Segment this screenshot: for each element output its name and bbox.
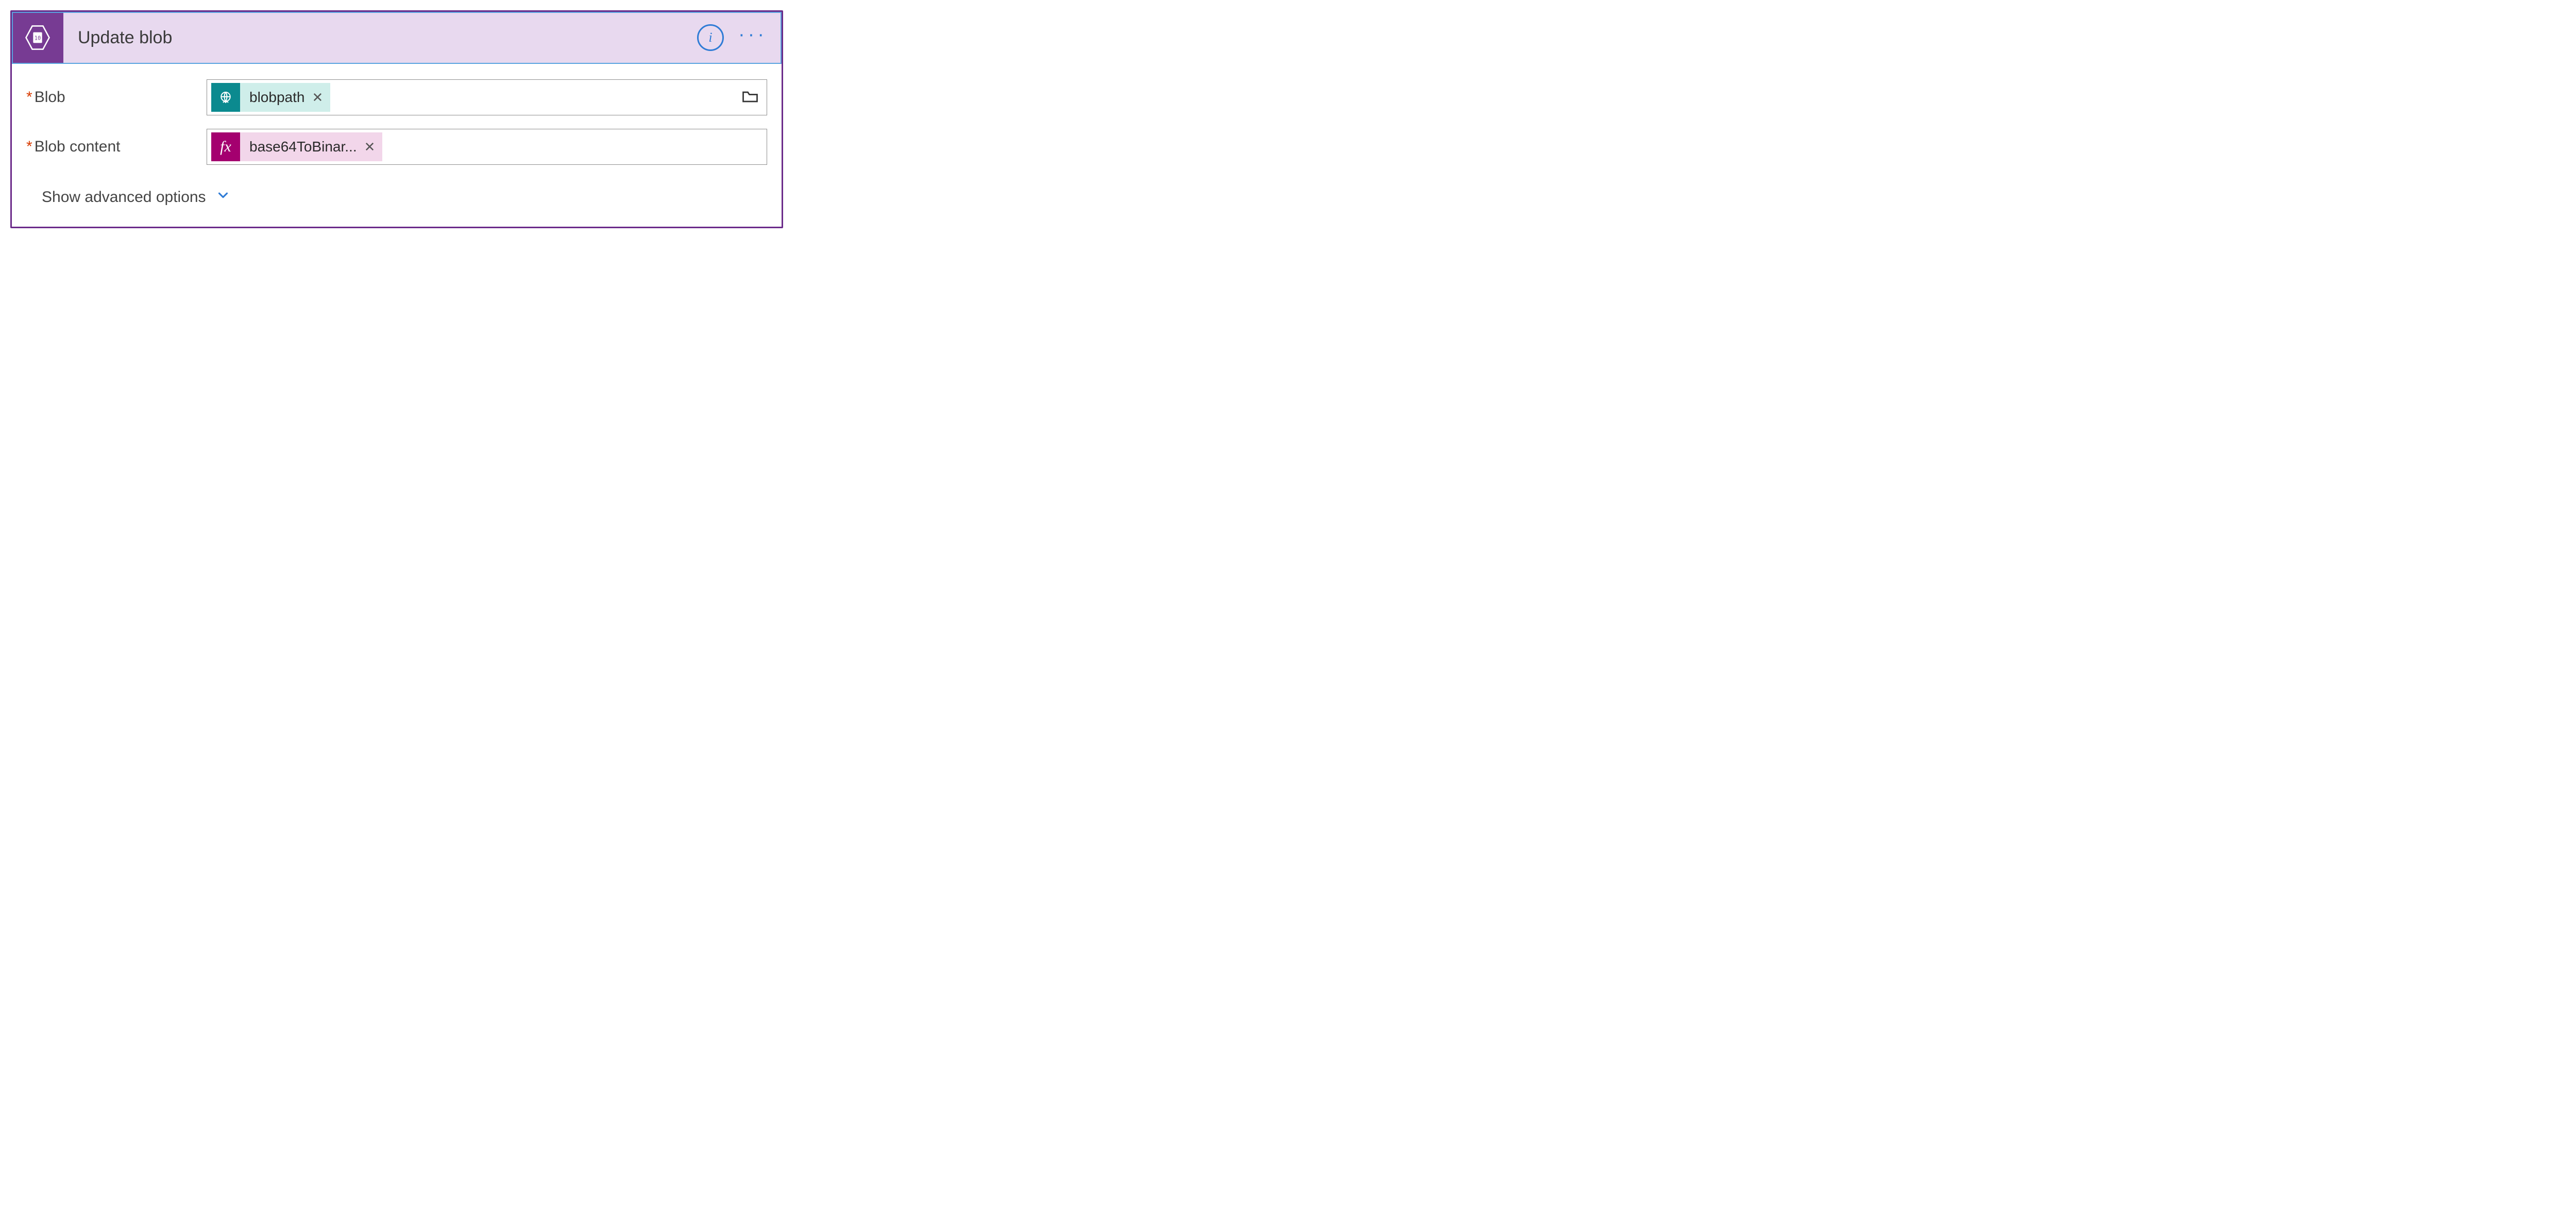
action-card: 10 Update blob i ··· *Blob bbox=[10, 10, 783, 228]
token-expression-label: base64ToBinar... bbox=[249, 139, 357, 155]
header-actions: i ··· bbox=[697, 24, 782, 51]
token-blobpath-label-wrap: blobpath ✕ bbox=[240, 83, 330, 112]
show-advanced-label: Show advanced options bbox=[42, 189, 206, 206]
required-asterisk: * bbox=[26, 89, 32, 106]
token-blobpath-label: blobpath bbox=[249, 89, 304, 106]
more-menu-icon[interactable]: ··· bbox=[738, 25, 767, 44]
chevron-down-icon bbox=[215, 188, 231, 207]
field-row-blob-content: *Blob content fx base64ToBinar... ✕ bbox=[26, 129, 767, 165]
label-blob: *Blob bbox=[26, 79, 207, 106]
globe-icon bbox=[211, 83, 240, 112]
label-blob-content: *Blob content bbox=[26, 129, 207, 156]
token-remove-expression[interactable]: ✕ bbox=[364, 139, 376, 155]
token-expression[interactable]: fx base64ToBinar... ✕ bbox=[211, 132, 382, 161]
info-glyph: i bbox=[708, 31, 712, 44]
token-blobpath[interactable]: blobpath ✕ bbox=[211, 83, 330, 112]
card-body: *Blob blobpath ✕ bbox=[12, 64, 782, 227]
label-blob-text: Blob bbox=[35, 89, 65, 106]
blob-connector-icon: 10 bbox=[24, 24, 51, 51]
card-title: Update blob bbox=[63, 28, 697, 48]
fx-icon: fx bbox=[211, 132, 240, 161]
field-row-blob: *Blob blobpath ✕ bbox=[26, 79, 767, 115]
token-expression-label-wrap: base64ToBinar... ✕ bbox=[240, 132, 382, 161]
folder-picker-icon[interactable] bbox=[741, 87, 759, 108]
required-asterisk: * bbox=[26, 138, 32, 155]
label-blob-content-text: Blob content bbox=[35, 138, 121, 155]
fx-glyph: fx bbox=[220, 138, 231, 156]
card-header[interactable]: 10 Update blob i ··· bbox=[12, 12, 782, 64]
connector-icon-container: 10 bbox=[12, 12, 63, 63]
svg-text:10: 10 bbox=[35, 35, 41, 41]
input-blob[interactable]: blobpath ✕ bbox=[207, 79, 767, 115]
input-blob-content[interactable]: fx base64ToBinar... ✕ bbox=[207, 129, 767, 165]
info-icon[interactable]: i bbox=[697, 24, 724, 51]
token-remove-blobpath[interactable]: ✕ bbox=[312, 90, 323, 106]
show-advanced-options[interactable]: Show advanced options bbox=[26, 178, 231, 216]
